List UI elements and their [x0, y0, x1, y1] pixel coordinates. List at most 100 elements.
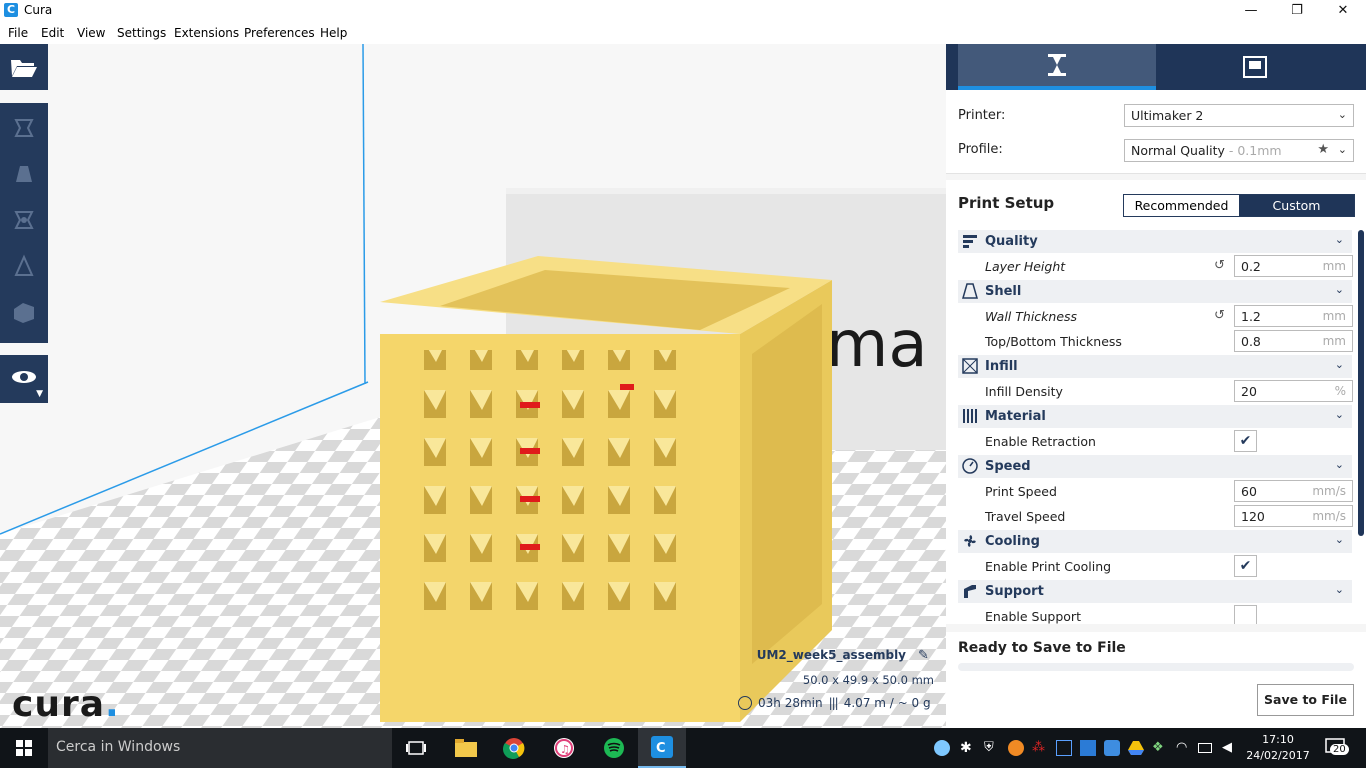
settings-scrollbar[interactable] [1358, 230, 1364, 536]
material-icon [963, 409, 977, 423]
taskbar-explorer[interactable] [442, 728, 490, 768]
taskbar-cura[interactable]: C [638, 728, 686, 768]
view-mode-button[interactable]: ▼ [0, 355, 48, 401]
build-plate-scene: ma [0, 44, 946, 728]
cura-icon: C [651, 736, 673, 758]
wall-thickness-label: Wall Thickness [985, 309, 1078, 324]
tray-browser-icon[interactable] [1008, 740, 1024, 756]
tray-window-icon[interactable] [1056, 740, 1072, 756]
back-plate-text: ma [826, 308, 928, 382]
settings-panel: Printer: Ultimaker 2 ⌄ Profile: Normal Q… [946, 44, 1366, 728]
print-setup-title: Print Setup [958, 194, 1055, 212]
tab-monitor[interactable] [1156, 44, 1354, 90]
clock-time: 17:10 [1262, 733, 1294, 746]
menu-view[interactable]: View [77, 26, 105, 40]
taskbar-spotify[interactable] [590, 728, 638, 768]
category-cooling[interactable]: Cooling ⌄ [958, 530, 1352, 553]
print-setup-section: Print Setup Recommended Custom Quality ⌄… [946, 180, 1366, 624]
maximize-button[interactable]: ❐ [1274, 0, 1320, 22]
menu-help[interactable]: Help [320, 26, 347, 40]
travel-speed-input[interactable]: 120 mm/s [1234, 505, 1353, 527]
category-infill[interactable]: Infill ⌄ [958, 355, 1352, 378]
per-model-settings-button[interactable] [0, 289, 48, 335]
category-infill-label: Infill [985, 359, 1018, 374]
quality-icon [963, 235, 977, 248]
setup-mode-toggle: Recommended Custom [1123, 194, 1355, 217]
recommended-mode-button[interactable]: Recommended [1124, 195, 1239, 216]
star-icon[interactable]: ★ [1317, 142, 1329, 157]
tray-app-icon[interactable] [934, 740, 950, 756]
category-shell[interactable]: Shell ⌄ [958, 280, 1352, 303]
system-clock[interactable]: 17:10 24/02/2017 [1246, 732, 1310, 764]
svg-text:♫: ♫ [560, 743, 570, 756]
tray-sync-icon[interactable] [1104, 740, 1120, 756]
tray-antivirus-icon[interactable]: ⁂ [1032, 740, 1048, 756]
move-tool-button[interactable] [0, 105, 48, 151]
top-bottom-thickness-label: Top/Bottom Thickness [985, 334, 1122, 349]
pencil-icon[interactable]: ✎ [918, 648, 929, 663]
profile-select[interactable]: Normal Quality - 0.1mm ★ ⌄ [1124, 139, 1354, 162]
infill-density-unit: % [1334, 384, 1346, 398]
volume-icon[interactable]: ◀ [1222, 740, 1238, 756]
menu-preferences[interactable]: Preferences [244, 26, 315, 40]
menu-extensions[interactable]: Extensions [174, 26, 239, 40]
reset-icon[interactable]: ↺ [1214, 308, 1225, 323]
minimize-button[interactable]: — [1228, 0, 1274, 22]
task-view-button[interactable] [392, 728, 440, 768]
shell-icon [962, 283, 978, 299]
category-quality[interactable]: Quality ⌄ [958, 230, 1352, 253]
travel-speed-label: Travel Speed [985, 509, 1066, 524]
custom-mode-button[interactable]: Custom [1239, 195, 1354, 216]
search-box[interactable]: Cerca in Windows [48, 728, 392, 768]
open-folder-button[interactable] [0, 44, 48, 90]
tray-dropbox-icon[interactable]: ❖ [1152, 740, 1168, 756]
menu-settings[interactable]: Settings [117, 26, 166, 40]
taskbar-itunes[interactable]: ♫ [540, 728, 588, 768]
category-material[interactable]: Material ⌄ [958, 405, 1352, 428]
close-button[interactable]: ✕ [1320, 0, 1366, 22]
enable-support-checkbox[interactable] [1234, 605, 1257, 624]
enable-print-cooling-label: Enable Print Cooling [985, 559, 1112, 574]
layer-height-input[interactable]: 0.2 mm [1234, 255, 1353, 277]
save-to-file-button[interactable]: Save to File [1257, 684, 1354, 716]
top-bottom-thickness-input[interactable]: 0.8 mm [1234, 330, 1353, 352]
category-shell-label: Shell [985, 284, 1022, 299]
tray-network-app-icon[interactable] [1080, 740, 1096, 756]
category-speed[interactable]: Speed ⌄ [958, 455, 1352, 478]
printer-label: Printer: [958, 108, 1006, 123]
enable-retraction-checkbox[interactable]: ✔ [1234, 430, 1257, 452]
mirror-tool-button[interactable] [0, 243, 48, 289]
scale-tool-button[interactable] [0, 151, 48, 197]
3d-viewport[interactable]: ma cura. UM2_week5_assembly ✎ 50.0 x 49.… [0, 44, 946, 728]
per-model-settings-icon [14, 303, 34, 323]
print-speed-input[interactable]: 60 mm/s [1234, 480, 1353, 502]
start-button[interactable] [0, 728, 48, 768]
chevron-down-icon: ⌄ [1334, 458, 1344, 471]
menu-edit[interactable]: Edit [41, 26, 64, 40]
top-bottom-thickness-value: 0.8 [1241, 334, 1261, 349]
object-name: UM2_week5_assembly [756, 648, 906, 662]
category-support[interactable]: Support ⌄ [958, 580, 1352, 603]
printer-select[interactable]: Ultimaker 2 ⌄ [1124, 104, 1354, 127]
battery-icon[interactable] [1198, 743, 1212, 753]
infill-density-input[interactable]: 20% [1234, 380, 1353, 402]
action-center-button[interactable]: 20 [1322, 738, 1350, 760]
reset-icon[interactable]: ↺ [1214, 258, 1225, 273]
print-time: 03h 28min [758, 696, 823, 710]
cura-app-icon: C [4, 3, 18, 17]
tab-print-setup[interactable] [958, 44, 1156, 90]
material-usage: 4.07 m / ~ 0 g [843, 696, 931, 710]
print-speed-value: 60 [1241, 484, 1257, 499]
wall-thickness-input[interactable]: 1.2 mm [1234, 305, 1353, 327]
wifi-icon[interactable]: ◠ [1176, 740, 1192, 756]
tray-shield-icon[interactable]: ⛨ [984, 740, 1000, 756]
tray-gear-icon[interactable]: ✱ [960, 740, 976, 756]
menu-bar: File Edit View Settings Extensions Prefe… [0, 22, 1366, 44]
enable-print-cooling-checkbox[interactable]: ✔ [1234, 555, 1257, 577]
taskbar-chrome[interactable] [490, 728, 538, 768]
category-quality-label: Quality [985, 234, 1038, 249]
menu-file[interactable]: File [8, 26, 28, 40]
tray-drive-icon[interactable] [1128, 740, 1144, 756]
layer-height-label: Layer Height [985, 259, 1066, 274]
rotate-tool-button[interactable] [0, 197, 48, 243]
